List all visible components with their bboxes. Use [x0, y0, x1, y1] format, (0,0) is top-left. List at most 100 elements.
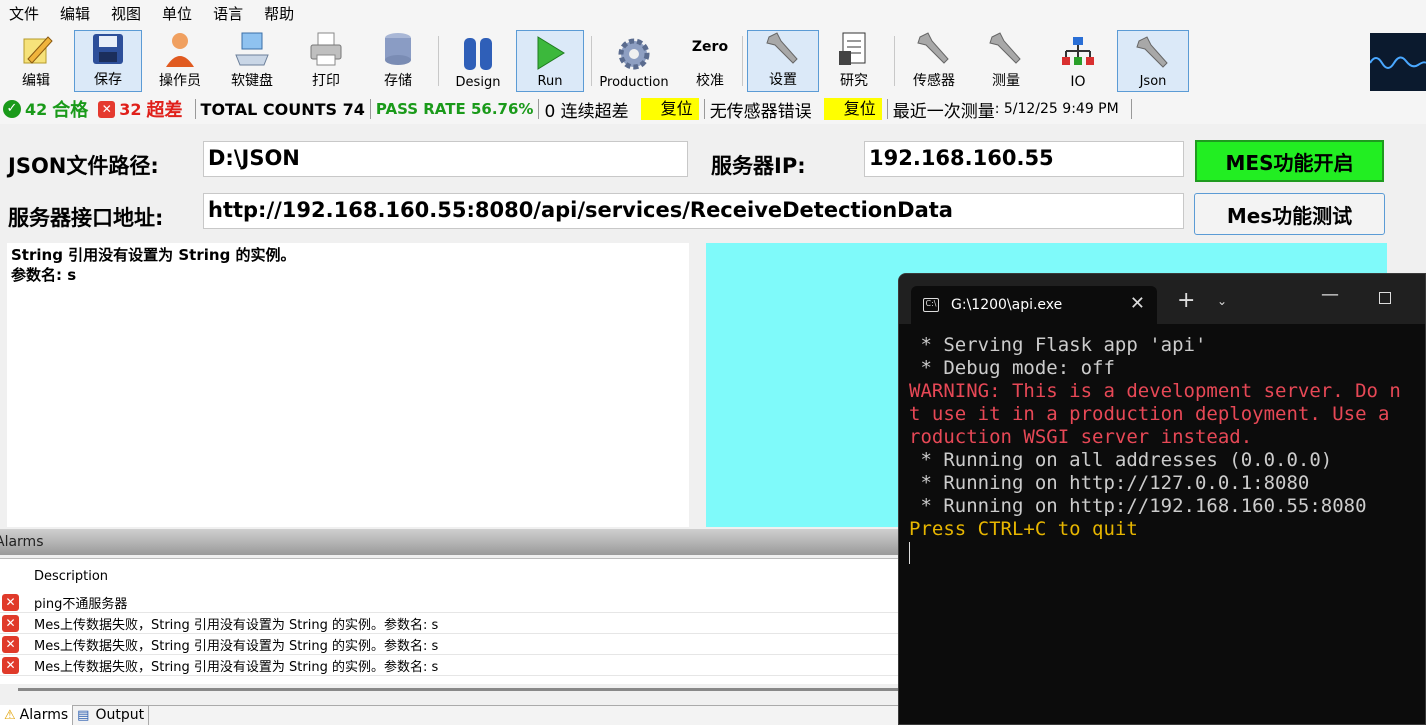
new-tab-icon[interactable]: + [1177, 288, 1195, 313]
fail-counter: ✕ 32 超差 [98, 94, 183, 124]
terminal-line: * Debug mode: off [909, 357, 1115, 379]
error-icon: ✕ [98, 100, 116, 118]
status-separator [886, 99, 888, 119]
wrench-icon [987, 30, 1025, 68]
terminal-output[interactable]: * Serving Flask app 'api' * Debug mode: … [909, 334, 1425, 564]
settings-button[interactable]: 设置 [747, 30, 819, 92]
terminal-window: C:\ G:\1200\api.exe ✕ + ⌄ — * Serving Fl… [898, 273, 1426, 725]
warning-icon: ⚠ [4, 707, 16, 723]
sensor-error-status: 无传感器错误 [709, 101, 812, 122]
menu-edit[interactable]: 编辑 [51, 0, 102, 28]
alarm-row[interactable]: ✕ ping不通服务器 [0, 592, 900, 613]
terminal-line: * Serving Flask app 'api' [909, 334, 1207, 356]
menu-help[interactable]: 帮助 [255, 0, 306, 28]
alarm-text: Mes上传数据失败，String 引用没有设置为 String 的实例。参数名:… [34, 659, 439, 675]
menu-language[interactable]: 语言 [204, 0, 255, 28]
fail-label: 超差 [146, 100, 183, 121]
json-path-input[interactable]: D:\JSON [203, 141, 688, 177]
terminal-line: * Running on http://192.168.160.55:8080 [909, 495, 1367, 517]
last-measure-label: 最近一次测量 [892, 101, 995, 122]
research-button[interactable]: 研究 [820, 30, 888, 92]
waveform-thumbnail [1369, 33, 1426, 91]
soft-keyboard-button[interactable]: 软键盘 [218, 30, 286, 92]
fail-count: 32 [119, 99, 142, 119]
terminal-tab[interactable]: C:\ G:\1200\api.exe ✕ [911, 286, 1157, 324]
print-button[interactable]: 打印 [292, 30, 360, 92]
network-icon [1059, 34, 1097, 72]
sensor-label: 传感器 [913, 73, 955, 89]
terminal-cursor [909, 541, 1425, 564]
measure-label: 测量 [992, 73, 1020, 89]
json-path-label: JSON文件路径: [8, 154, 159, 178]
tab-alarms[interactable]: ⚠ Alarms [0, 705, 74, 725]
status-separator [194, 99, 196, 119]
toolbar-separator [742, 36, 743, 86]
soft-keyboard-label: 软键盘 [231, 73, 273, 89]
production-button[interactable]: Production [598, 30, 670, 92]
wrench-icon [1134, 34, 1172, 72]
alarms-list: Description ✕ ping不通服务器 ✕ Mes上传数据失败，Stri… [0, 558, 900, 684]
measure-button[interactable]: 测量 [972, 30, 1040, 92]
print-label: 打印 [312, 73, 340, 89]
operator-button[interactable]: 操作员 [146, 30, 214, 92]
output-icon: ▤ [77, 707, 90, 723]
save-button[interactable]: 保存 [74, 30, 142, 92]
pass-count: 42 [25, 99, 48, 119]
error-icon: ✕ [2, 656, 19, 674]
pass-rate: PASS RATE 56.76% [375, 100, 534, 118]
menu-unit[interactable]: 单位 [153, 0, 204, 28]
pause-icon [459, 35, 497, 73]
sensor-button[interactable]: 传感器 [900, 30, 968, 92]
design-button[interactable]: Design [444, 30, 512, 92]
maximize-icon[interactable] [1379, 292, 1391, 304]
server-ip-label: 服务器IP: [711, 154, 806, 178]
message-line: String 引用没有设置为 String 的实例。 [11, 246, 296, 264]
api-url-input[interactable]: http://192.168.160.55:8080/api/services/… [203, 193, 1184, 229]
consecutive-fail: 0 连续超差 [544, 101, 629, 122]
user-icon [161, 30, 199, 68]
run-button[interactable]: Run [516, 30, 584, 92]
keyboard-computer-icon [233, 30, 271, 68]
error-icon: ✕ [2, 635, 19, 653]
toolbar-separator [438, 36, 439, 86]
menu-file[interactable]: 文件 [0, 0, 51, 28]
calibrate-button[interactable]: Zero 校准 [676, 30, 744, 92]
chevron-down-icon[interactable]: ⌄ [1217, 294, 1227, 308]
terminal-line: Press CTRL+C to quit [909, 518, 1138, 540]
alarm-row[interactable]: ✕ Mes上传数据失败，String 引用没有设置为 String 的实例。参数… [0, 634, 900, 655]
terminal-line: * Running on all addresses (0.0.0.0) [909, 449, 1333, 471]
status-separator [1130, 99, 1132, 119]
mes-test-button[interactable]: Mes功能测试 [1194, 193, 1385, 235]
save-label: 保存 [94, 72, 122, 88]
wrench-icon [915, 30, 953, 68]
edit-button[interactable]: 编辑 [2, 30, 70, 92]
column-header-description[interactable]: Description [34, 569, 108, 584]
alarm-row[interactable]: ✕ Mes上传数据失败，String 引用没有设置为 String 的实例。参数… [0, 655, 900, 676]
pass-label: 合格 [52, 100, 89, 121]
storage-label: 存储 [384, 73, 412, 89]
tab-output-label: Output [95, 707, 145, 723]
storage-button[interactable]: 存储 [364, 30, 432, 92]
tab-output[interactable]: ▤ Output [73, 705, 150, 725]
close-tab-icon[interactable]: ✕ [1130, 293, 1145, 314]
status-separator [369, 99, 371, 119]
mes-enable-button[interactable]: MES功能开启 [1195, 140, 1384, 182]
production-label: Production [599, 75, 669, 90]
server-ip-input[interactable]: 192.168.160.55 [864, 141, 1184, 177]
edit-label: 编辑 [22, 73, 50, 89]
reset-button-1[interactable]: 复位 [640, 98, 699, 120]
horizontal-scrollbar[interactable] [18, 688, 898, 691]
console-icon: C:\ [923, 298, 939, 312]
minimize-icon[interactable]: — [1321, 284, 1339, 305]
error-icon: ✕ [2, 593, 19, 611]
io-button[interactable]: IO [1044, 30, 1112, 92]
message-line: 参数名: s [11, 266, 77, 284]
alarm-row[interactable]: ✕ Mes上传数据失败，String 引用没有设置为 String 的实例。参数… [0, 613, 900, 634]
reset-button-2[interactable]: 复位 [823, 98, 882, 120]
json-button[interactable]: Json [1117, 30, 1189, 92]
gear-icon [615, 35, 653, 73]
research-label: 研究 [840, 73, 868, 89]
menu-view[interactable]: 视图 [102, 0, 153, 28]
json-label: Json [1139, 74, 1167, 89]
alarm-text: Mes上传数据失败，String 引用没有设置为 String 的实例。参数名:… [34, 638, 439, 654]
